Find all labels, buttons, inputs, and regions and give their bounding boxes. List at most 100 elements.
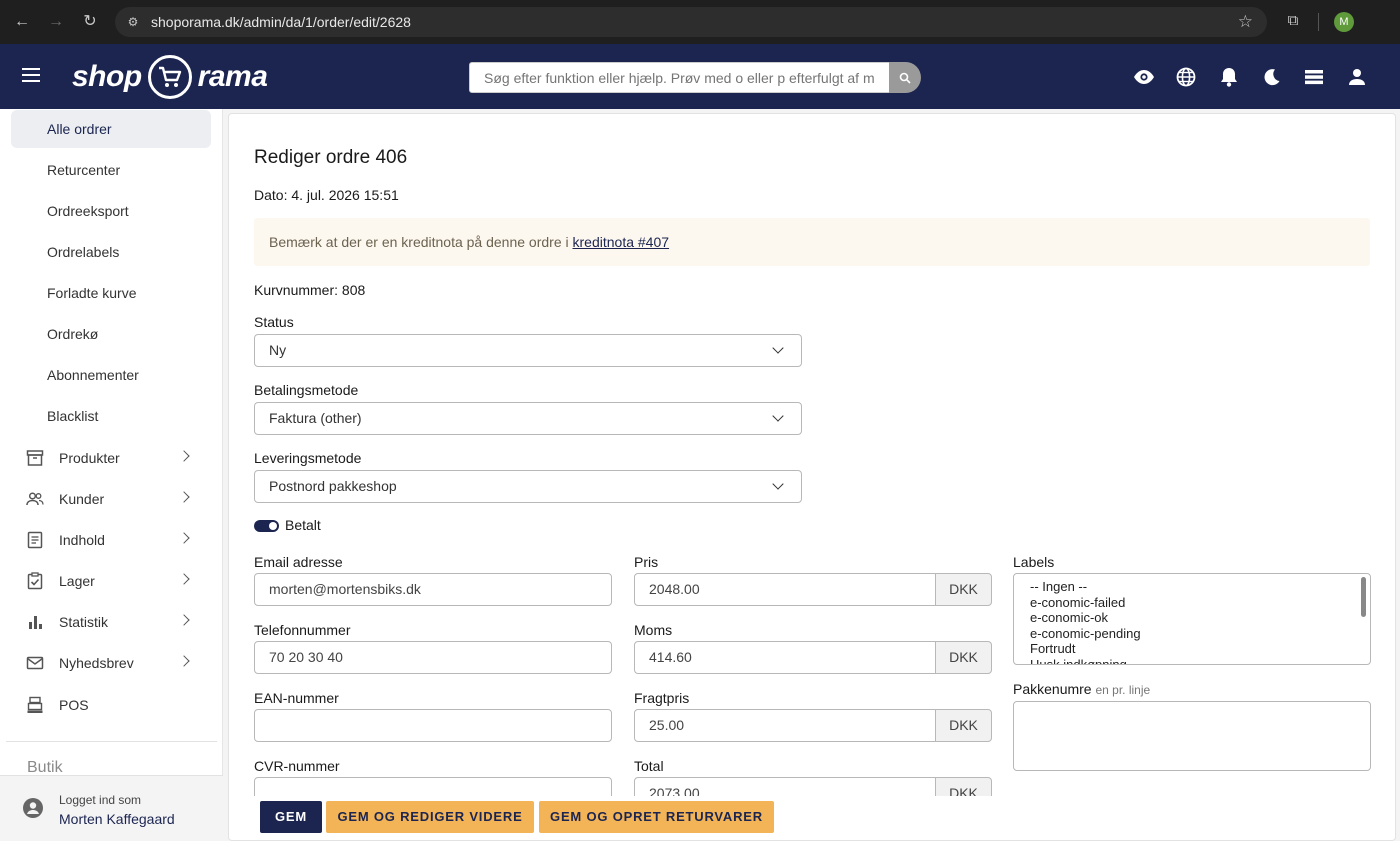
ean-field[interactable] [254,709,612,742]
menu-icon[interactable] [22,68,40,82]
freight-field[interactable]: 25.00 [634,709,937,742]
save-and-create-returns-button[interactable]: GEM OG OPRET RETURVARER [539,801,774,833]
vat-currency: DKK [935,641,992,674]
order-form: Rediger ordre 406 Dato: 4. jul. 2026 15:… [229,114,1395,796]
address-bar[interactable]: ⚙ shoporama.dk/admin/da/1/order/edit/262… [115,7,1267,37]
email-field[interactable]: morten@mortensbiks.dk [254,573,612,606]
bell-icon[interactable] [1218,66,1240,88]
profile-avatar[interactable]: M [1334,12,1354,32]
sidebar-item-blacklist[interactable]: Blacklist [11,397,211,435]
eye-icon[interactable] [1133,66,1155,88]
sidebar-divider [6,741,217,742]
globe-icon[interactable] [1175,66,1197,88]
delivery-method-value: Postnord pakkeshop [269,478,397,494]
sidebar-item-label: Kunder [59,491,105,507]
toggle-knob [269,522,277,530]
delivery-method-select[interactable]: Postnord pakkeshop [254,470,802,503]
labels-option[interactable]: Husk indkøpning [1030,657,1370,664]
save-button[interactable]: GEM [260,801,322,833]
sidebar-item-nyhedsbrev[interactable]: Nyhedsbrev [0,644,223,682]
paid-toggle[interactable] [254,520,279,532]
labels-scrollbar[interactable] [1361,577,1366,617]
people-icon [26,492,44,506]
stack-icon[interactable] [1303,66,1325,88]
shoporama-logo[interactable]: shop rama [72,54,268,100]
mail-icon [26,656,44,670]
chevron-right-icon [178,491,190,503]
sidebar-item-ordrekoe[interactable]: Ordrekø [11,315,211,353]
total-currency: DKK [935,777,992,796]
parcel-numbers-textarea[interactable] [1013,701,1371,771]
user-avatar-icon [23,798,43,818]
save-and-continue-button[interactable]: GEM OG REDIGER VIDERE [326,801,534,833]
status-value: Ny [269,342,287,358]
phone-field[interactable]: 70 20 30 40 [254,641,612,674]
price-field[interactable]: 2048.00 [634,573,937,606]
search-input[interactable] [469,62,890,93]
labels-listbox[interactable]: -- Ingen -- e-conomic-failed e-conomic-o… [1013,573,1371,665]
sidebar-item-returcenter[interactable]: Returcenter [11,151,211,189]
user-name: Morten Kaffegaard [59,811,175,827]
email-label: Email adresse [254,554,343,570]
payment-method-label: Betalingsmetode [254,382,359,398]
notice-text: Bemærk at der er en kreditnota på denne … [269,234,573,250]
sidebar-item-alle-ordrer[interactable]: Alle ordrer [11,110,211,148]
search-icon [899,72,911,84]
parcel-numbers-hint: en pr. linje [1095,683,1151,697]
url-text: shoporama.dk/admin/da/1/order/edit/2628 [151,14,411,30]
archive-icon [26,450,44,466]
freight-label: Fragtpris [634,690,690,706]
search-button[interactable] [889,62,921,93]
cvr-label: CVR-nummer [254,758,340,774]
parcel-numbers-title: Pakkenumre [1013,681,1092,697]
search-bar [469,62,921,93]
labels-option[interactable]: e-conomic-failed [1030,595,1370,611]
sidebar-item-kunder[interactable]: Kunder [0,480,223,518]
credit-note-notice: Bemærk at der er en kreditnota på denne … [254,218,1370,266]
sidebar-item-ordreeksport[interactable]: Ordreeksport [11,192,211,230]
site-settings-icon[interactable]: ⚙ [125,14,141,30]
total-field[interactable]: 2073.00 [634,777,937,796]
status-select[interactable]: Ny [254,334,802,367]
payment-method-select[interactable]: Faktura (other) [254,402,802,435]
chevron-right-icon [178,655,190,667]
sidebar-item-indhold[interactable]: Indhold [0,521,223,559]
total-label: Total [634,758,664,774]
reload-icon[interactable]: ↻ [79,11,101,33]
sidebar-item-pos[interactable]: POS [0,686,223,724]
parcel-numbers-label: Pakkenumre en pr. linje [1013,681,1150,697]
labels-option[interactable]: e-conomic-pending [1030,626,1370,642]
labels-option[interactable]: Fortrudt [1030,641,1370,657]
labels-option[interactable]: e-conomic-ok [1030,610,1370,626]
ean-label: EAN-nummer [254,690,339,706]
user-icon[interactable] [1346,66,1368,88]
sidebar-item-statistik[interactable]: Statistik [0,603,223,641]
sidebar-item-label: Produkter [59,450,120,466]
freight-currency: DKK [935,709,992,742]
dark-mode-icon[interactable] [1261,66,1283,88]
cvr-field[interactable] [254,777,612,796]
status-label: Status [254,314,294,330]
sidebar-item-forladte-kurve[interactable]: Forladte kurve [11,274,211,312]
vat-field[interactable]: 414.60 [634,641,937,674]
forward-icon[interactable]: → [45,11,67,33]
sidebar-item-ordrelabels[interactable]: Ordrelabels [11,233,211,271]
labels-option[interactable]: -- Ingen -- [1030,579,1370,595]
logo-text-left: shop [72,60,142,93]
back-icon[interactable]: ← [11,11,33,33]
chevron-down-icon [772,478,784,490]
sidebar-item-label: Statistik [59,614,109,630]
document-icon [27,531,43,549]
sidebar-item-label: Nyhedsbrev [59,655,134,671]
bookmark-star-icon[interactable]: ☆ [1238,12,1253,32]
sidebar-item-lager[interactable]: Lager [0,562,223,600]
logo-text-right: rama [197,60,268,93]
cash-register-icon [27,696,43,713]
sidebar-item-abonnementer[interactable]: Abonnementer [11,356,211,394]
browser-toolbar: ← → ↻ ⚙ shoporama.dk/admin/da/1/order/ed… [0,0,1400,44]
chevron-down-icon [772,342,784,354]
logged-in-user[interactable]: Logget ind som Morten Kaffegaard [0,775,223,841]
sidebar-item-produkter[interactable]: Produkter [0,439,223,477]
extensions-icon[interactable]: ⧉ [1283,11,1303,31]
credit-note-link[interactable]: kreditnota #407 [573,234,670,250]
